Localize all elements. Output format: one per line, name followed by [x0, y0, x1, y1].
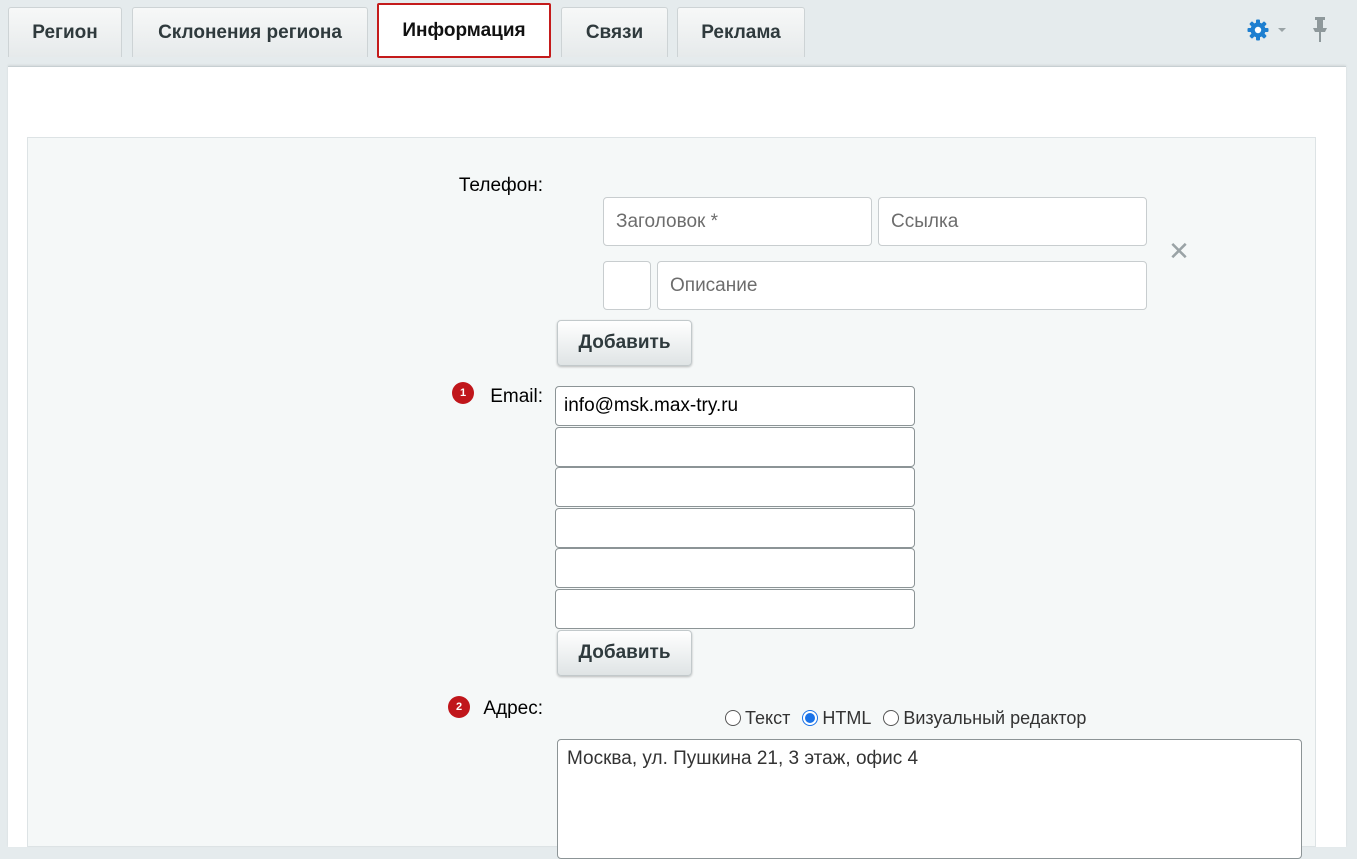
radio-text-label: Текст — [745, 707, 791, 728]
email-input[interactable] — [555, 427, 915, 467]
radio-html-label: HTML — [822, 707, 872, 728]
email-label: Email: — [490, 386, 543, 407]
radio-circle-selected[interactable] — [802, 710, 819, 726]
address-label: Адрес: — [483, 698, 543, 719]
phone-title-input[interactable] — [603, 197, 872, 246]
email-input[interactable] — [555, 386, 915, 426]
tab-advertising[interactable]: Реклама — [677, 7, 805, 57]
tab-region-declensions[interactable]: Склонения региона — [132, 7, 368, 57]
remove-phone-icon[interactable]: ✕ — [1168, 238, 1190, 264]
email-input[interactable] — [555, 508, 915, 548]
tab-links[interactable]: Связи — [561, 7, 668, 57]
address-textarea[interactable]: Москва, ул. Пушкина 21, 3 этаж, офис 4 — [557, 739, 1302, 859]
radio-visual-editor-label: Визуальный редактор — [903, 707, 1087, 728]
radio-text[interactable]: Текст — [725, 708, 790, 729]
radio-circle[interactable] — [883, 710, 900, 726]
tab-information[interactable]: Информация — [377, 3, 551, 58]
email-input[interactable] — [555, 467, 915, 507]
phone-label: Телефон: — [458, 175, 543, 196]
gear-icon[interactable] — [1246, 18, 1270, 42]
address-mode-group: Текст HTML Визуальный редактор — [725, 705, 1098, 731]
add-email-button[interactable]: Добавить — [557, 630, 692, 676]
email-input[interactable] — [555, 548, 915, 588]
radio-visual-editor[interactable]: Визуальный редактор — [883, 708, 1086, 729]
phone-description-input[interactable] — [657, 261, 1147, 310]
radio-html[interactable]: HTML — [802, 708, 871, 729]
email-badge: 1 — [452, 382, 474, 404]
radio-circle[interactable] — [725, 710, 741, 726]
chevron-down-icon[interactable] — [1277, 27, 1287, 33]
pin-icon[interactable] — [1311, 16, 1329, 44]
phone-icon-picker[interactable] — [603, 261, 651, 310]
email-input[interactable] — [555, 589, 915, 629]
address-badge: 2 — [448, 696, 470, 718]
phone-link-input[interactable] — [878, 197, 1147, 246]
add-phone-button[interactable]: Добавить — [557, 320, 692, 366]
tab-region[interactable]: Регион — [8, 7, 122, 57]
